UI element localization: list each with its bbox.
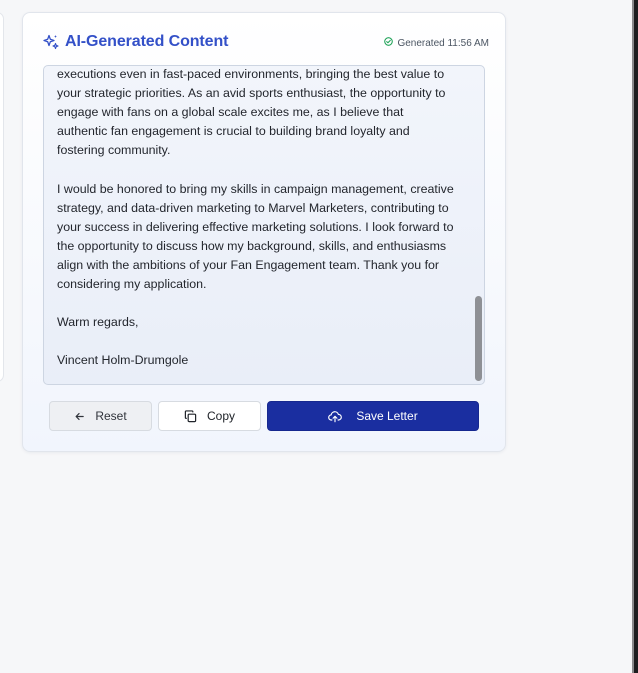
cloud-upload-icon (328, 410, 343, 423)
generated-status: Generated 11:56 AM (384, 37, 489, 49)
adjacent-panel-edge (0, 12, 4, 382)
save-letter-button[interactable]: Save Letter (267, 401, 479, 431)
reset-label: Reset (95, 409, 127, 423)
sparkles-icon (43, 34, 59, 50)
letter-paragraph: executions even in fast-paced environmen… (57, 67, 446, 158)
reset-button[interactable]: Reset (49, 401, 152, 431)
arrow-left-icon (74, 411, 85, 422)
copy-label: Copy (206, 409, 235, 423)
letter-paragraph: I would be honored to bring my skills in… (57, 181, 454, 292)
letter-closing: Warm regards, (57, 315, 139, 330)
generated-time: Generated 11:56 AM (397, 37, 489, 49)
window-edge (632, 0, 638, 673)
copy-icon (184, 409, 197, 423)
letter-text: executions even in fast-paced environmen… (57, 66, 457, 384)
check-circle-icon (384, 37, 394, 49)
save-letter-label: Save Letter (356, 409, 418, 423)
title-group: AI-Generated Content (43, 33, 228, 51)
card-header: AI-Generated Content Generated 11:56 AM (43, 33, 489, 55)
card-title: AI-Generated Content (65, 33, 229, 50)
letter-content-area[interactable]: executions even in fast-paced environmen… (43, 65, 485, 385)
copy-button[interactable]: Copy (158, 401, 261, 431)
ai-content-card: AI-Generated Content Generated 11:56 AM … (22, 12, 506, 452)
letter-signature: Vincent Holm-Drumgole (57, 353, 189, 368)
scrollbar-thumb[interactable] (475, 296, 482, 381)
page: AI-Generated Content Generated 11:56 AM … (0, 0, 638, 673)
